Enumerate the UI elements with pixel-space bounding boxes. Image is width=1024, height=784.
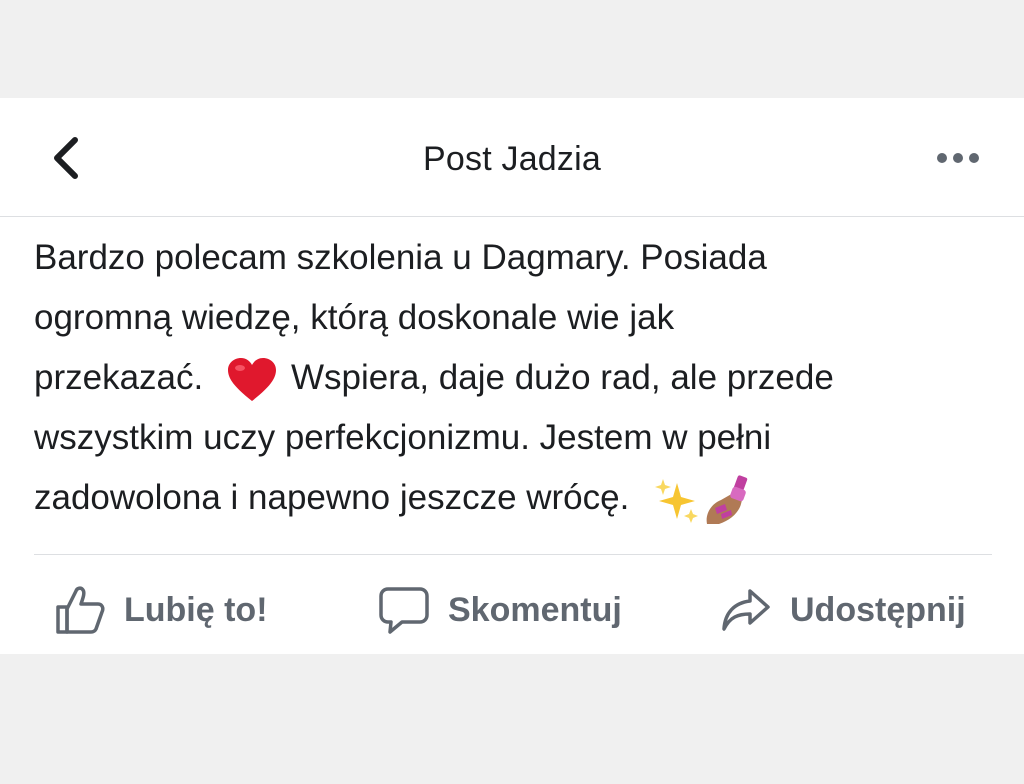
more-options-button[interactable] [930,142,986,174]
post-line-text: przekazać. [34,358,204,397]
post-body: Bardzo polecam szkolenia u Dagmary. Posi… [34,228,984,528]
post-actions: Lubię to! Skomentuj Udostępnij [0,578,1024,642]
comment-icon [379,587,429,634]
post-line-text: Wspiera, daje dużo rad, ale przede [290,358,834,397]
like-label: Lubię to! [124,590,268,629]
post-line-with-emojis: zadowolona i napewno jeszcze wrócę. [34,468,984,528]
nail-polish-emoji-icon [706,475,748,524]
share-label: Udostępnij [790,590,966,629]
page-title: Post Jadzia [423,140,601,178]
like-button[interactable]: Lubię to! [54,578,268,642]
thumbs-up-icon [56,586,105,634]
divider [34,554,992,555]
more-dot [969,153,979,163]
red-heart-emoji-icon [227,357,276,401]
post-line: ogromną wiedzę, którą doskonale wie jak [34,298,675,337]
share-button[interactable]: Udostępnij [720,578,966,642]
post-line-with-heart: przekazać. Wspiera, daje dużo rad, ale p… [34,348,984,408]
post-card: Post Jadzia Bardzo polecam szkolenia u D… [0,98,1024,654]
post-line: Bardzo polecam szkolenia u Dagmary. Posi… [34,238,767,277]
share-arrow-icon [722,589,770,631]
post-line-text: zadowolona i napewno jeszcze wrócę. [34,478,630,517]
more-dot [953,153,963,163]
post-header: Post Jadzia [0,98,1024,217]
sparkles-emoji-icon [655,478,699,523]
more-horizontal-icon [937,153,947,163]
comment-label: Skomentuj [448,590,622,629]
post-line: wszystkim uczy perfekcjonizmu. Jestem w … [34,418,772,457]
comment-button[interactable]: Skomentuj [378,578,622,642]
